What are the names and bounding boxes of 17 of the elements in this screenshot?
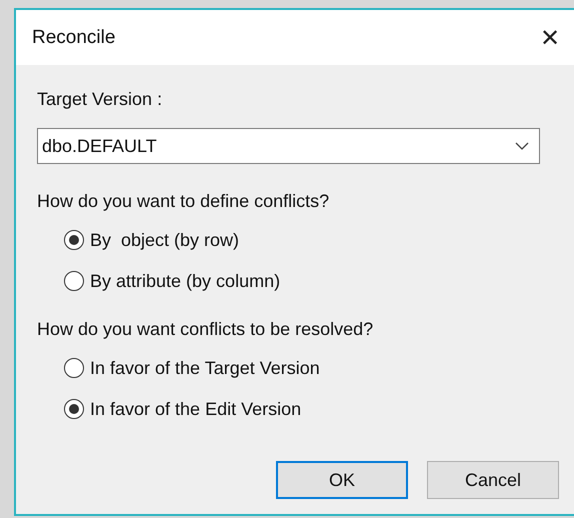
question-text: How do you want to define conflicts? [37,190,330,212]
ok-button[interactable]: OK [276,461,408,499]
window-title: Reconcile [32,26,116,48]
radio-button[interactable] [64,399,84,419]
version-dropdown[interactable]: dbo.DEFAULT [37,128,540,164]
radio-button[interactable] [64,358,84,378]
radio-button[interactable] [64,230,84,250]
question-text: How do you want conflicts to be resolved? [37,318,374,340]
cancel-button[interactable]: Cancel [427,461,559,499]
radio-option[interactable]: In favor of the Target Version [64,357,320,379]
chevron-icon [515,142,529,150]
field-label: Target Version : [37,88,162,110]
radio-option[interactable]: By object (by row) [64,229,280,251]
close-button[interactable]: ✕ [525,18,574,58]
radio-option[interactable]: In favor of the Edit Version [64,398,320,420]
radio-option[interactable]: By attribute (by column) [64,270,280,292]
radio-button[interactable] [64,271,84,291]
